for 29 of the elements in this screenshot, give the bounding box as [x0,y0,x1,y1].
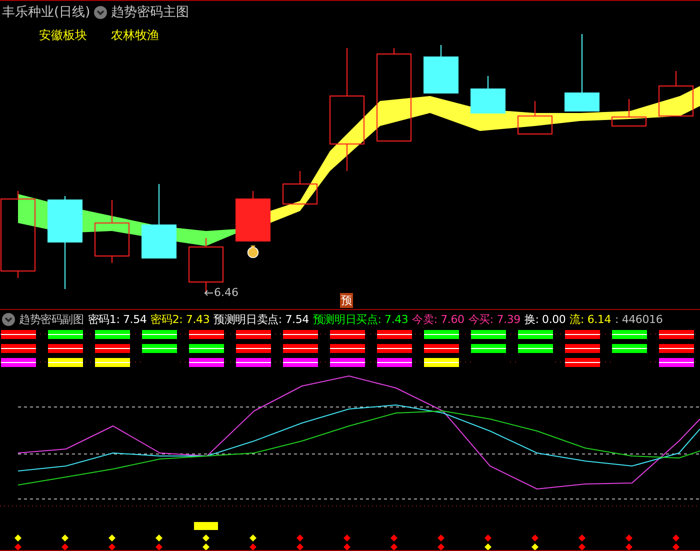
indicator-reading: 预测明日卖点: 7.54 [214,312,309,326]
indicator-reading: 今卖: 7.60 [412,312,464,326]
indicator-reading: 预测明日买点: 7.43 [312,312,408,326]
signal-block [194,522,218,530]
money-bag-icon [246,244,260,258]
candlestick [612,98,646,126]
indicator-title: 趋势密码主图 [111,4,190,21]
indicator-reading: 今买: 7.39 [468,312,520,326]
indicator-reading: 流: 6.14 [570,312,612,326]
indicator-reading: : 446016 [615,312,663,326]
candlestick [470,76,506,114]
indicator-reading: 密码2: 7.43 [150,312,210,326]
forecast-badge: 预 [340,293,353,308]
candlestick [94,200,130,264]
dropdown-icon[interactable] [2,312,15,326]
candlestick [658,70,694,116]
candlestick [518,100,552,134]
sector-tag[interactable]: 农林牧渔 [111,27,159,44]
candlestick [236,190,270,242]
arrow-icon [204,288,214,296]
low-price-label: 6.46 [214,286,238,299]
candlestick [424,44,458,94]
indicator-title: 趋势密码副图 [19,312,84,326]
sector-tag[interactable]: 安徽板块 [39,27,87,44]
candlestick [282,170,318,204]
stock-title: 丰乐种业(日线) [2,4,90,21]
dropdown-icon[interactable] [94,6,108,18]
indicator-reading: 密码1: 7.54 [88,312,147,326]
indicator-reading: 换: 0.00 [524,312,566,326]
